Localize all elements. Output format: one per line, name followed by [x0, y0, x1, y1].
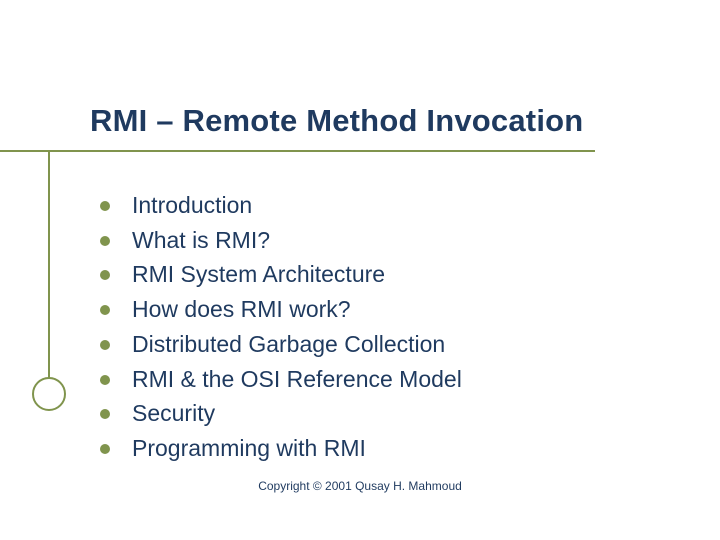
bullet-icon: [100, 270, 110, 280]
list-item: Introduction: [100, 190, 660, 222]
list-item-label: RMI System Architecture: [132, 259, 385, 291]
list-item-label: Introduction: [132, 190, 252, 222]
bullet-icon: [100, 409, 110, 419]
list-item-label: RMI & the OSI Reference Model: [132, 364, 462, 396]
bullet-icon: [100, 444, 110, 454]
list-item-label: Security: [132, 398, 215, 430]
list-item: What is RMI?: [100, 225, 660, 257]
list-item: RMI & the OSI Reference Model: [100, 364, 660, 396]
copyright-footer: Copyright © 2001 Qusay H. Mahmoud: [0, 479, 720, 493]
bullet-icon: [100, 305, 110, 315]
list-item-label: Distributed Garbage Collection: [132, 329, 445, 361]
bullet-icon: [100, 201, 110, 211]
list-item: Security: [100, 398, 660, 430]
list-item: RMI System Architecture: [100, 259, 660, 291]
bullet-icon: [100, 236, 110, 246]
bullet-list: Introduction What is RMI? RMI System Arc…: [100, 190, 660, 468]
bullet-icon: [100, 340, 110, 350]
list-item-label: What is RMI?: [132, 225, 270, 257]
title-underline: [0, 150, 595, 152]
slide-title: RMI – Remote Method Invocation: [90, 103, 680, 139]
bullet-icon: [100, 375, 110, 385]
list-item: Programming with RMI: [100, 433, 660, 465]
list-item-label: How does RMI work?: [132, 294, 351, 326]
list-item: Distributed Garbage Collection: [100, 329, 660, 361]
list-item: How does RMI work?: [100, 294, 660, 326]
slide: RMI – Remote Method Invocation Introduct…: [0, 0, 720, 540]
accent-circle-icon: [32, 377, 66, 411]
accent-connector-line: [48, 150, 50, 378]
list-item-label: Programming with RMI: [132, 433, 366, 465]
